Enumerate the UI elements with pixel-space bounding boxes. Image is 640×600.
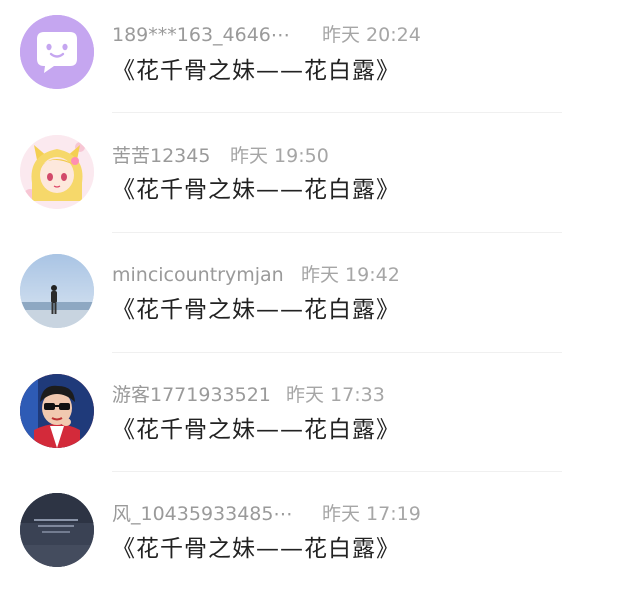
person-seaside-photo-avatar[interactable]	[20, 254, 94, 328]
comment-item[interactable]: 游客1771933521 昨天 17:33 《花千骨之妹——花白露》	[0, 360, 640, 480]
comment-text: 《花千骨之妹——花白露》	[112, 58, 400, 84]
comment-item[interactable]: 189***163_4646⋯ 昨天 20:24 《花千骨之妹——花白露》	[0, 0, 640, 120]
comment-text: 《花千骨之妹——花白露》	[112, 177, 400, 203]
comment-text: 《花千骨之妹——花白露》	[112, 536, 400, 562]
timestamp: 昨天 20:24	[322, 24, 421, 46]
timestamp: 昨天 17:33	[286, 384, 385, 406]
chat-bubble-smile-icon[interactable]	[20, 15, 94, 89]
comment-text: 《花千骨之妹——花白露》	[112, 417, 400, 443]
timestamp: 昨天 19:50	[230, 145, 329, 167]
comment-text: 《花千骨之妹——花白露》	[112, 297, 400, 323]
divider	[112, 232, 562, 233]
username[interactable]: 游客1771933521	[112, 384, 271, 406]
timestamp: 昨天 19:42	[301, 264, 400, 286]
username[interactable]: 风_10435933485⋯	[112, 503, 292, 525]
anime-girl-avatar[interactable]	[20, 135, 94, 209]
divider	[112, 112, 562, 113]
timestamp: 昨天 17:19	[322, 503, 421, 525]
comment-item[interactable]: 苦苦12345 昨天 19:50 《花千骨之妹——花白露》	[0, 120, 640, 240]
divider	[112, 471, 562, 472]
comment-item[interactable]: 风_10435933485⋯ 昨天 17:19 《花千骨之妹——花白露》	[0, 480, 640, 600]
divider	[112, 352, 562, 353]
person-sunglasses-photo-avatar[interactable]	[20, 374, 94, 448]
dark-text-photo-avatar[interactable]	[20, 493, 94, 567]
username[interactable]: mincicountrymjan	[112, 264, 284, 286]
comment-item[interactable]: mincicountrymjan 昨天 19:42 《花千骨之妹——花白露》	[0, 240, 640, 360]
username[interactable]: 苦苦12345	[112, 145, 210, 167]
username[interactable]: 189***163_4646⋯	[112, 24, 290, 46]
